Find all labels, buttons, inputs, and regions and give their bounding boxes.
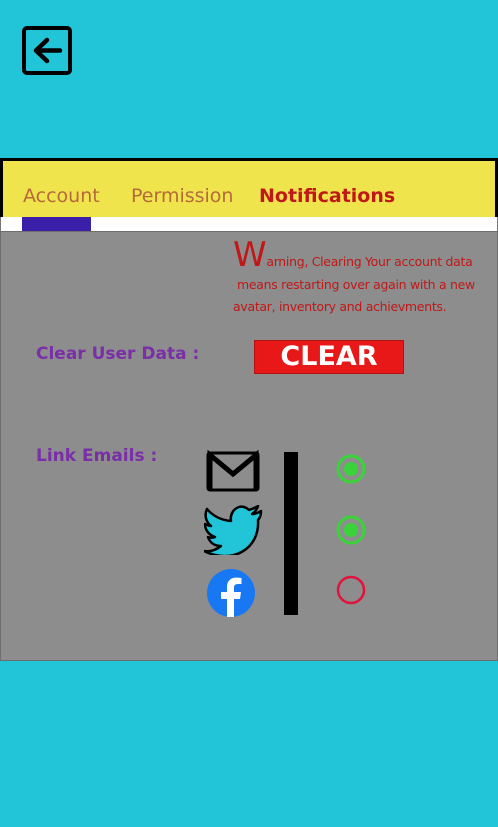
settings-tab-bar: Account Permission Notifications (0, 158, 498, 217)
tab-account[interactable]: Account (23, 185, 100, 207)
gmail-link-toggle[interactable] (335, 453, 367, 485)
tab-permission[interactable]: Permission (131, 185, 233, 207)
exit-arrow-icon (22, 26, 72, 75)
link-emails-label: Link Emails : (36, 446, 158, 466)
warning-line-1: arning, Clearing Your account data (266, 254, 473, 269)
radio-unchecked-icon (336, 575, 366, 605)
vertical-divider (284, 452, 298, 615)
gmail-icon (206, 449, 260, 492)
clear-button[interactable]: CLEAR (254, 340, 404, 374)
twitter-icon (202, 504, 264, 558)
warning-message: Warning, Clearing Your account data mean… (233, 238, 489, 318)
facebook-link-toggle[interactable] (335, 574, 367, 606)
warning-line-2: means restarting over again with a new (237, 277, 475, 292)
radio-checked-icon (336, 515, 366, 545)
twitter-link-toggle[interactable] (335, 514, 367, 546)
clear-user-data-label: Clear User Data : (36, 344, 200, 364)
back-button[interactable] (22, 26, 72, 75)
facebook-icon (206, 568, 256, 618)
warning-initial: W (233, 235, 267, 275)
tab-indicator (22, 217, 91, 231)
radio-checked-icon (336, 454, 366, 484)
tab-notifications[interactable]: Notifications (259, 185, 395, 207)
warning-line-3: avatar, inventory and achievments. (233, 299, 447, 314)
